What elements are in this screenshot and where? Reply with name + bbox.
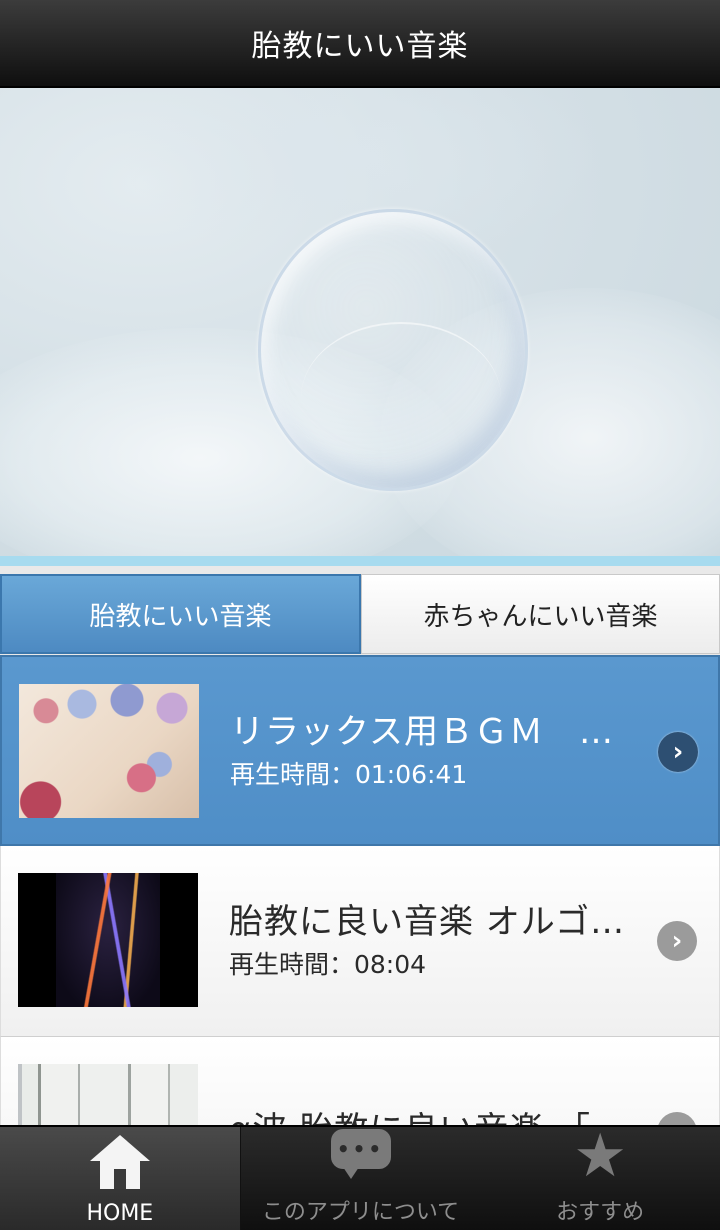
chat-icon: •••	[329, 1127, 393, 1186]
video-thumbnail	[19, 684, 199, 818]
star-icon: ★	[573, 1121, 628, 1191]
chevron-right-icon[interactable]: ›	[657, 921, 697, 961]
nav-recommended[interactable]: ★ おすすめ	[480, 1121, 720, 1230]
hero-banner-image	[0, 88, 720, 566]
video-duration: 再生時間：08:04	[229, 950, 427, 979]
chevron-right-icon[interactable]: ›	[658, 732, 698, 772]
page-title: 胎教にいい音楽	[251, 29, 469, 64]
tab-prenatal-music[interactable]: 胎教にいい音楽	[0, 574, 361, 654]
nav-label: このアプリについて	[261, 1200, 460, 1225]
nav-label: おすすめ	[556, 1200, 645, 1225]
bottom-navigation: HOME ••• このアプリについて ★ おすすめ	[0, 1125, 720, 1230]
list-item[interactable]: 胎教に良い音楽 オルゴ… 再生時間：08:04 ›	[0, 846, 720, 1037]
nav-home[interactable]: HOME	[0, 1127, 241, 1230]
hero-divider	[0, 556, 720, 566]
video-duration: 再生時間：01:06:41	[230, 759, 468, 789]
thumbnail-image	[56, 873, 160, 1007]
app-header: 胎教にいい音楽	[0, 0, 720, 88]
app-screen: 胎教にいい音楽 胎教にいい音楽 赤ちゃんにいい音楽 リラックス用ＢＧＭ … 再生…	[0, 0, 720, 1230]
nav-label: HOME	[86, 1201, 154, 1226]
list-item[interactable]: リラックス用ＢＧＭ … 再生時間：01:06:41 ›	[0, 655, 720, 846]
soap-bubble	[258, 209, 528, 491]
video-thumbnail	[18, 873, 198, 1007]
list-item-text: リラックス用ＢＧＭ … 再生時間：01:06:41	[230, 657, 630, 844]
tab-baby-music[interactable]: 赤ちゃんにいい音楽	[361, 574, 720, 654]
nav-about-app[interactable]: ••• このアプリについて	[241, 1127, 481, 1230]
category-tabs: 胎教にいい音楽 赤ちゃんにいい音楽	[0, 574, 720, 654]
home-icon	[88, 1133, 152, 1193]
list-item-text: 胎教に良い音楽 オルゴ… 再生時間：08:04	[229, 846, 629, 1036]
video-title: 胎教に良い音楽 オルゴ…	[229, 902, 626, 942]
video-title: リラックス用ＢＧＭ …	[230, 711, 614, 752]
